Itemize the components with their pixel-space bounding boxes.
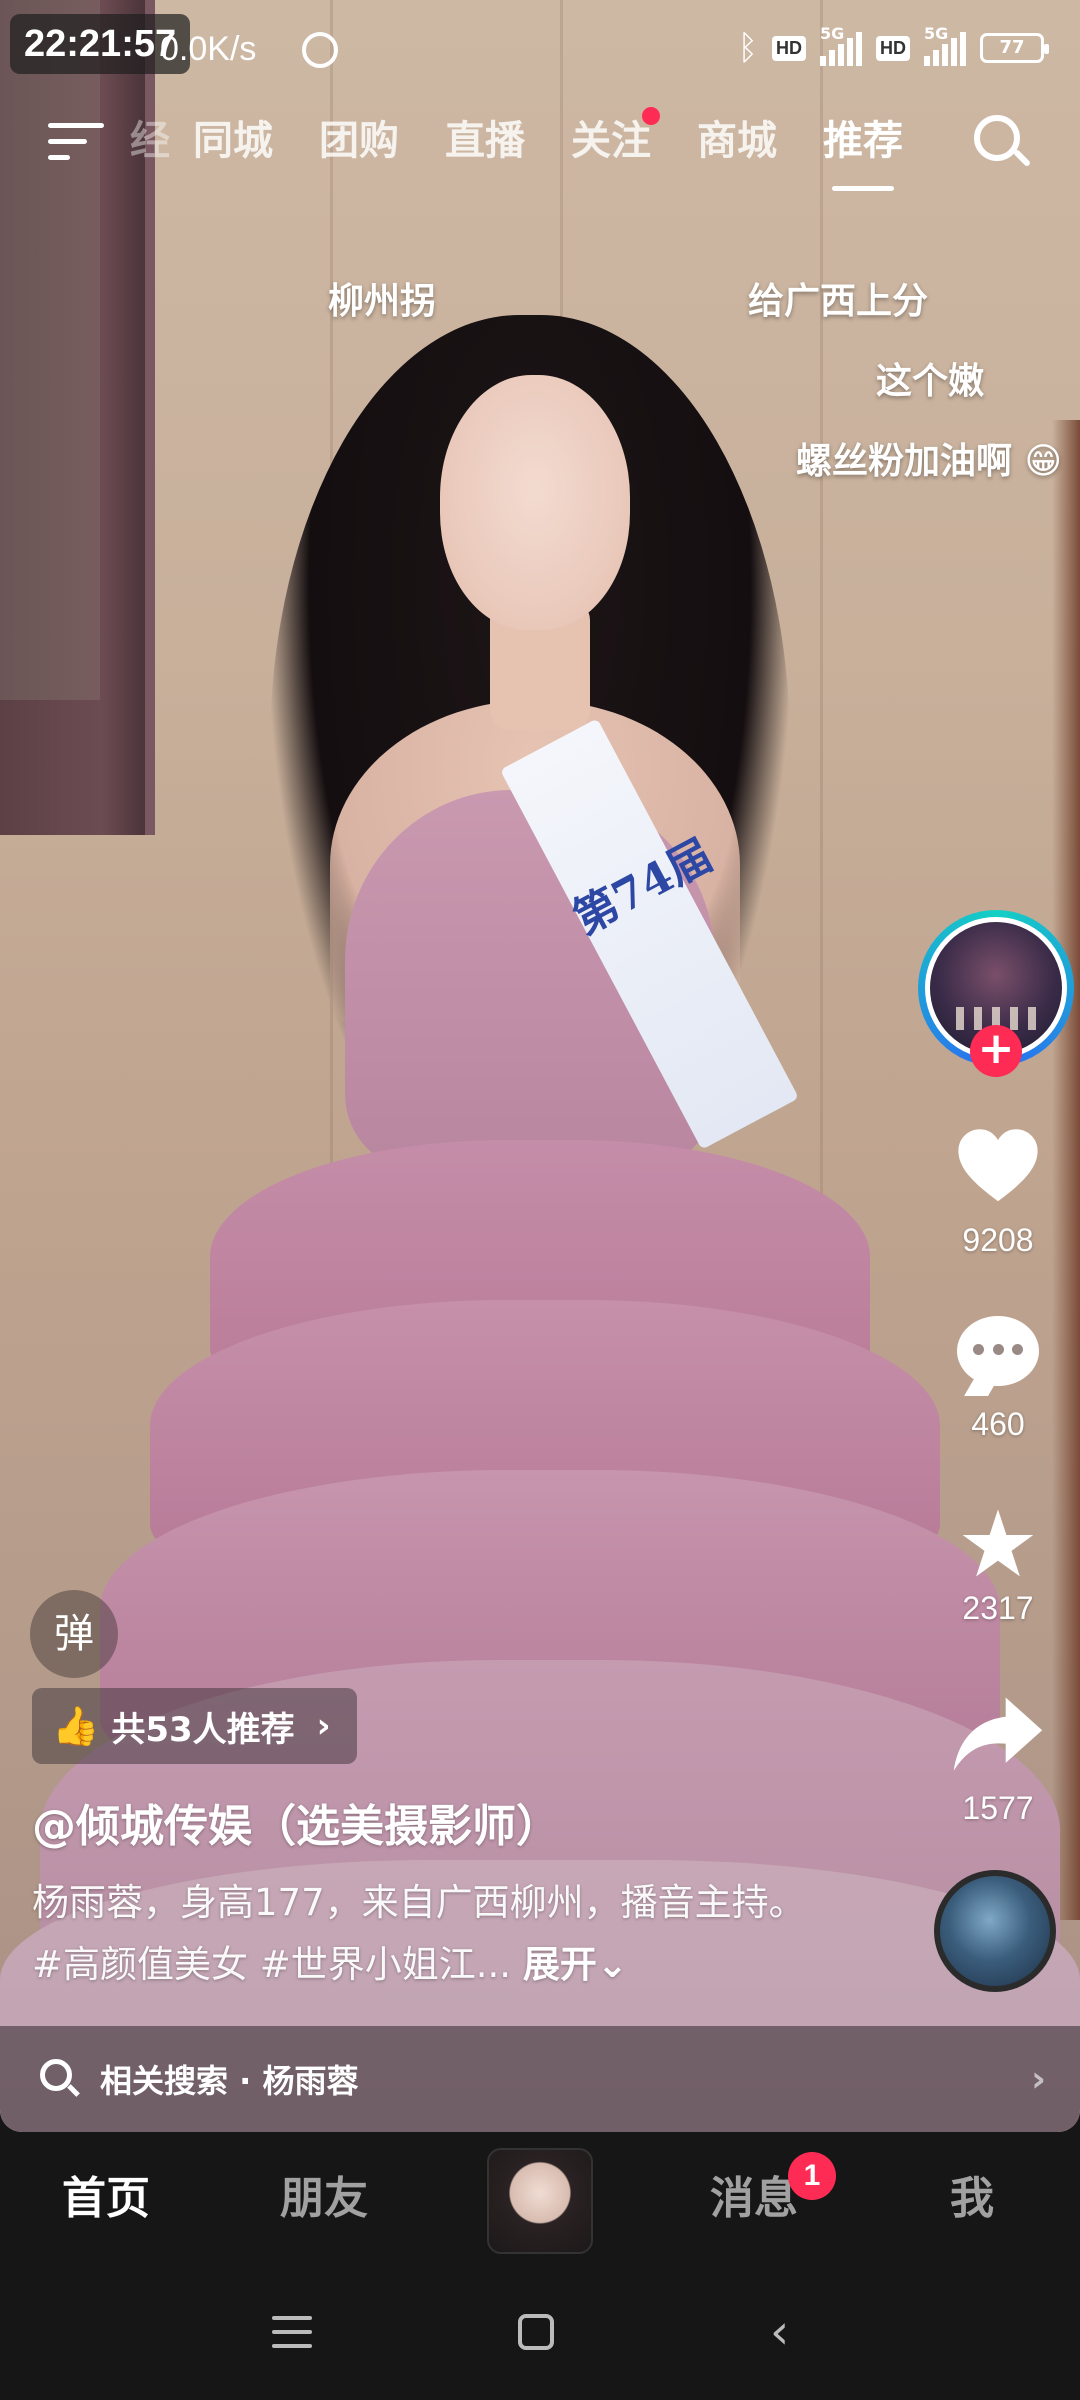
- author-name[interactable]: @倾城传娱（选美摄影师）: [32, 1790, 560, 1854]
- chevron-right-icon: ›: [1031, 2058, 1046, 2100]
- comment-count: 460: [971, 1406, 1025, 1442]
- favorite-button[interactable]: ★ 2317: [928, 1491, 1068, 1627]
- description-text: 杨雨蓉，身高177，来自广西柳州，播音主持。 #高颜值美女 #世界小姐江...: [32, 1881, 806, 1986]
- net-speed: 0.0K/s: [160, 30, 257, 68]
- share-button[interactable]: 1577: [928, 1690, 1068, 1827]
- tab-following-label: 关注: [571, 118, 651, 164]
- bluetooth-icon: ᛒ: [737, 28, 758, 68]
- tab-home[interactable]: 首页: [62, 2162, 150, 2226]
- hd-icon: HD: [772, 35, 806, 61]
- expand-label: 展开: [522, 1943, 597, 1986]
- danmaku-comment: 柳州拐: [328, 281, 437, 322]
- related-search-label: 相关搜索 · 杨雨蓉: [100, 2062, 359, 2100]
- bottom-tab-bar: 首页 朋友 消息 1 我: [0, 2132, 1080, 2272]
- alarm-icon: [302, 32, 338, 68]
- related-search-bar[interactable]: 相关搜索 · 杨雨蓉 ›: [0, 2026, 1080, 2132]
- notification-dot: [642, 107, 660, 125]
- home-icon[interactable]: [518, 2314, 554, 2350]
- messages-badge: 1: [788, 2152, 836, 2200]
- favorite-count: 2317: [962, 1590, 1034, 1626]
- battery-icon: 77: [980, 33, 1049, 63]
- tab-messages[interactable]: 消息: [710, 2162, 798, 2226]
- status-bar: 22:21:57 0.0K/s ᛒ HD 5G HD 5G 77: [0, 0, 1080, 100]
- music-disc[interactable]: [934, 1870, 1056, 1992]
- like-count: 9208: [962, 1222, 1034, 1258]
- tab-partial[interactable]: 经: [130, 105, 170, 177]
- signal-icon: 5G: [820, 24, 862, 66]
- create-button[interactable]: [487, 2148, 593, 2254]
- recommend-chip-label: 共53人推荐: [111, 1709, 295, 1750]
- tab-group-buy[interactable]: 团购: [296, 105, 422, 177]
- search-icon: [40, 2059, 80, 2099]
- heart-icon: [958, 1129, 1038, 1202]
- star-icon: ★: [956, 1491, 1040, 1598]
- nav-tabs: 经 同城 团购 直播 关注 商城 推荐: [130, 105, 926, 191]
- tab-local[interactable]: 同城: [170, 105, 296, 177]
- chevron-right-icon: ›: [316, 1706, 331, 1746]
- person-face: [440, 375, 630, 630]
- hd-icon: HD: [876, 35, 910, 61]
- tab-mall[interactable]: 商城: [674, 105, 800, 177]
- system-nav-bar: ‹: [0, 2272, 1080, 2400]
- thumb-up-icon: 👍: [52, 1703, 100, 1748]
- status-icons: ᛒ HD 5G HD 5G 77: [737, 24, 1049, 68]
- video-description: 杨雨蓉，身高177，来自广西柳州，播音主持。 #高颜值美女 #世界小姐江... …: [32, 1872, 832, 1996]
- share-count: 1577: [962, 1790, 1034, 1826]
- tab-recommend[interactable]: 推荐: [800, 105, 926, 191]
- top-nav: 经 同城 团购 直播 关注 商城 推荐: [0, 105, 1080, 195]
- tab-following[interactable]: 关注: [548, 105, 674, 177]
- like-button[interactable]: 9208: [928, 1122, 1068, 1259]
- danmaku-comment: 螺丝粉加油啊 😁: [796, 441, 1063, 482]
- search-icon[interactable]: [972, 113, 1032, 173]
- danmaku-comment: 给广西上分: [748, 281, 929, 322]
- tab-friends[interactable]: 朋友: [280, 2162, 368, 2226]
- recents-icon[interactable]: [272, 2316, 312, 2358]
- danmaku-comment: 这个嫩: [876, 361, 985, 402]
- back-icon[interactable]: ‹: [770, 2308, 789, 2356]
- signal-icon: 5G: [924, 24, 966, 66]
- recommend-chip[interactable]: 👍 共53人推荐 ›: [32, 1688, 357, 1764]
- follow-button[interactable]: +: [970, 1025, 1022, 1077]
- tab-live[interactable]: 直播: [422, 105, 548, 177]
- video-player[interactable]: 第74届 柳州拐 给广西上分 这个嫩 螺丝粉加油啊 😁 弹 👍 共53人推荐 ›…: [0, 0, 1080, 2132]
- expand-button[interactable]: 展开⌄: [523, 1943, 628, 1986]
- comment-icon: [953, 1310, 1043, 1400]
- comment-button[interactable]: 460: [928, 1310, 1068, 1443]
- share-icon: [953, 1697, 1043, 1771]
- tab-me[interactable]: 我: [950, 2162, 994, 2226]
- menu-icon[interactable]: [48, 123, 104, 167]
- danmaku-toggle-button[interactable]: 弹: [30, 1590, 118, 1678]
